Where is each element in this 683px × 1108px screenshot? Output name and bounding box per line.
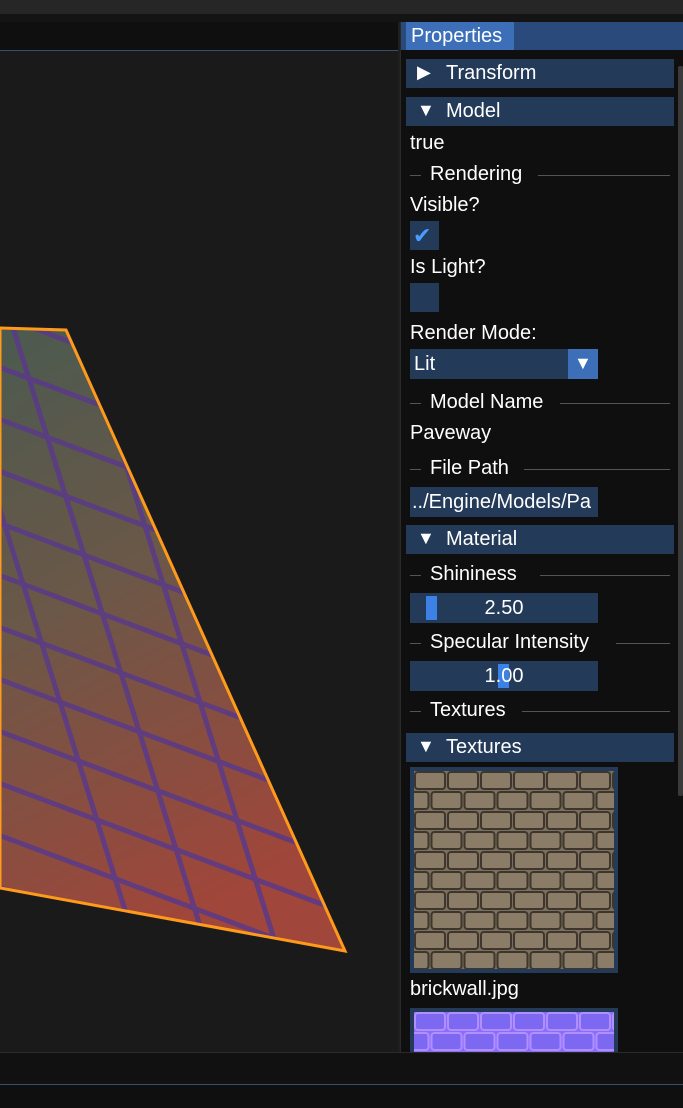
normalmap-texture-image bbox=[414, 1012, 614, 1052]
textures-header-label: Textures bbox=[446, 736, 522, 758]
scene-viewport[interactable] bbox=[0, 58, 392, 1046]
viewport-header bbox=[0, 22, 398, 51]
shininess-slider[interactable]: 2.50 bbox=[410, 593, 598, 623]
specular-intensity-slider[interactable]: 1.00 bbox=[410, 661, 598, 691]
texture-thumbnail-normalmap[interactable] bbox=[410, 1008, 618, 1052]
shininess-separator: Shininess bbox=[410, 563, 670, 587]
file-path-separator-label: File Path bbox=[430, 457, 509, 479]
scene-render bbox=[0, 326, 348, 953]
tab-properties-label: Properties bbox=[411, 25, 503, 47]
shininess-value: 2.50 bbox=[484, 597, 524, 619]
texture-thumbnail-brickwall[interactable] bbox=[410, 767, 618, 973]
specular-separator-label: Specular Intensity bbox=[430, 631, 589, 653]
checkmark-icon: ✔ bbox=[413, 223, 432, 248]
model-header[interactable]: ▼ Model bbox=[406, 97, 674, 126]
window-top-strip bbox=[0, 14, 683, 22]
chevron-down-icon: ▼ bbox=[574, 353, 592, 373]
properties-panel: Properties ▶ Transform ▼ Model true Rend… bbox=[400, 22, 683, 1052]
expanded-arrow-icon: ▼ bbox=[417, 736, 435, 756]
texture-filename: brickwall.jpg bbox=[410, 978, 519, 1000]
panel-scrollbar[interactable] bbox=[678, 66, 683, 796]
material-header-label: Material bbox=[446, 528, 518, 550]
tab-properties[interactable]: Properties bbox=[406, 22, 514, 50]
status-bar bbox=[0, 1052, 683, 1085]
rendering-separator: Rendering bbox=[410, 163, 670, 187]
rendering-separator-label: Rendering bbox=[430, 163, 523, 185]
transform-header[interactable]: ▶ Transform bbox=[406, 59, 674, 88]
model-name-separator-label: Model Name bbox=[430, 391, 544, 413]
render-mode-select[interactable]: Lit ▼ bbox=[410, 349, 598, 379]
brickwall-texture-image bbox=[414, 771, 614, 969]
window-bottom bbox=[0, 1086, 683, 1108]
textures-header[interactable]: ▼ Textures bbox=[406, 733, 674, 762]
collapsed-arrow-icon: ▶ bbox=[417, 62, 431, 82]
visible-checkbox[interactable]: ✔ bbox=[410, 221, 439, 250]
textures-separator-label: Textures bbox=[430, 699, 506, 721]
material-header[interactable]: ▼ Material bbox=[406, 525, 674, 554]
file-path-separator: File Path bbox=[410, 457, 670, 481]
window-top-bar bbox=[0, 0, 683, 14]
render-mode-label: Render Mode: bbox=[410, 322, 537, 344]
model-header-label: Model bbox=[446, 100, 501, 122]
model-name-separator: Model Name bbox=[410, 391, 670, 415]
textures-separator: Textures bbox=[410, 699, 670, 723]
model-active-value: true bbox=[410, 132, 445, 154]
visible-label: Visible? bbox=[410, 194, 480, 216]
shininess-separator-label: Shininess bbox=[430, 563, 517, 585]
file-path-input[interactable]: ../Engine/Models/Pa bbox=[410, 487, 598, 517]
file-path-value: ../Engine/Models/Pa bbox=[412, 491, 591, 513]
transform-header-label: Transform bbox=[446, 62, 537, 84]
model-name-value: Paveway bbox=[410, 422, 492, 444]
is-light-checkbox[interactable] bbox=[410, 283, 439, 312]
specular-intensity-value: 1.00 bbox=[484, 665, 524, 687]
specular-separator: Specular Intensity bbox=[410, 631, 670, 655]
render-mode-value: Lit bbox=[414, 353, 436, 375]
expanded-arrow-icon: ▼ bbox=[417, 528, 435, 548]
is-light-label: Is Light? bbox=[410, 256, 486, 278]
dropdown-button[interactable]: ▼ bbox=[568, 349, 598, 379]
expanded-arrow-icon: ▼ bbox=[417, 100, 435, 120]
